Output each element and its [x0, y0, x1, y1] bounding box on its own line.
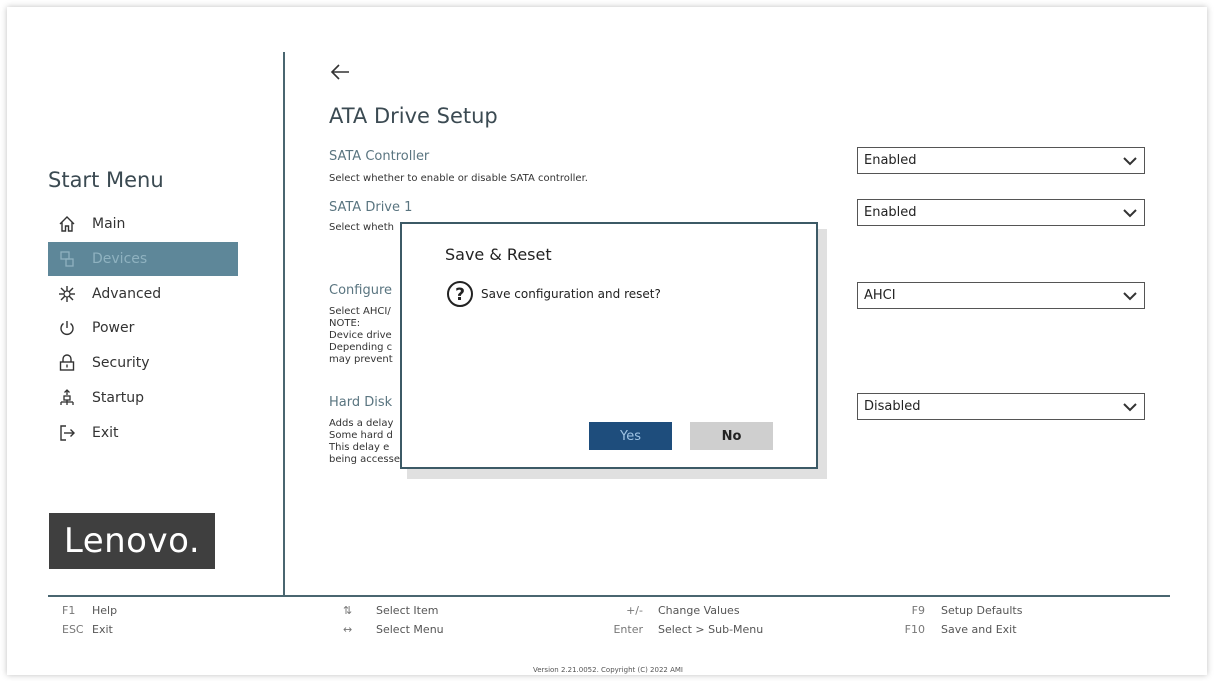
- sata-drive-1-select[interactable]: Enabled: [857, 199, 1145, 226]
- setting-desc-configure-2: NOTE:: [329, 318, 361, 329]
- start-menu-title: Start Menu: [48, 168, 164, 192]
- startup-icon: [52, 389, 82, 407]
- sidebar-item-exit[interactable]: Exit: [48, 416, 238, 450]
- footer-key-sub-menu: Enter Select > Sub-Menu: [613, 623, 764, 636]
- sidebar-item-advanced[interactable]: Advanced: [48, 277, 238, 311]
- setting-desc-configure-1: Select AHCI/: [329, 306, 391, 317]
- setting-desc-configure-3: Device drive: [329, 330, 392, 341]
- page-title: ATA Drive Setup: [329, 104, 498, 128]
- setting-name-configure: Configure: [329, 283, 393, 298]
- footer-key-save-exit: F10 Save and Exit: [904, 623, 1017, 636]
- power-icon: [52, 319, 82, 337]
- chevron-down-icon: [1123, 291, 1137, 300]
- devices-icon: [52, 250, 82, 268]
- footer-key-help: F1 Help: [62, 604, 118, 617]
- footer-key-select-menu: ↔ Select Menu: [343, 623, 444, 636]
- back-arrow-icon[interactable]: [328, 60, 352, 84]
- sidebar-item-power[interactable]: Power: [48, 311, 238, 345]
- setting-desc-hard-disk-1: Adds a delay: [329, 418, 394, 429]
- exit-icon: [52, 424, 82, 442]
- sata-controller-select[interactable]: Enabled: [857, 147, 1145, 174]
- version-text: Version 2.21.0052. Copyright (C) 2022 AM…: [533, 666, 683, 674]
- hard-disk-select[interactable]: Disabled: [857, 393, 1145, 420]
- sidebar-item-label: Exit: [92, 425, 119, 441]
- setting-name-hard-disk: Hard Disk: [329, 395, 393, 410]
- setting-desc-hard-disk-2: Some hard d: [329, 430, 393, 441]
- footer-key-setup-defaults: F9 Setup Defaults: [911, 604, 1023, 617]
- yes-button[interactable]: Yes: [589, 422, 672, 450]
- question-icon: ?: [446, 280, 474, 308]
- no-button[interactable]: No: [690, 422, 773, 450]
- setting-name-sata-controller: SATA Controller: [329, 149, 430, 164]
- sidebar-item-startup[interactable]: Startup: [48, 381, 238, 415]
- chevron-down-icon: [1123, 402, 1137, 411]
- footer-key-select-item: ⇅ Select Item: [343, 604, 439, 617]
- footer-key-exit: ESC Exit: [62, 623, 113, 636]
- horizontal-divider: [48, 595, 1170, 597]
- sidebar-item-label: Main: [92, 216, 126, 232]
- sidebar-item-label: Devices: [92, 251, 148, 267]
- select-value: Enabled: [864, 205, 917, 220]
- home-icon: [52, 215, 82, 233]
- footer-key-change-values: +/- Change Values: [626, 604, 740, 617]
- select-value: Disabled: [864, 399, 921, 414]
- sidebar-item-main[interactable]: Main: [48, 207, 238, 241]
- svg-text:?: ?: [455, 285, 465, 305]
- setting-desc-configure-5: may prevent: [329, 354, 393, 365]
- setting-desc-hard-disk-4: being accesse: [329, 454, 400, 465]
- select-value: AHCI: [864, 288, 896, 303]
- sidebar-item-label: Advanced: [92, 286, 162, 302]
- setting-desc-configure-4: Depending c: [329, 342, 393, 353]
- setting-desc-sata-controller: Select whether to enable or disable SATA…: [329, 173, 588, 184]
- setting-desc-sata-drive-1: Select wheth: [329, 222, 394, 233]
- dialog-message: Save configuration and reset?: [481, 287, 661, 301]
- advanced-icon: [52, 285, 82, 303]
- sidebar-item-label: Power: [92, 320, 135, 336]
- dialog-title: Save & Reset: [445, 245, 552, 264]
- setting-name-sata-drive-1: SATA Drive 1: [329, 200, 413, 215]
- lock-icon: [52, 354, 82, 372]
- sidebar-item-devices[interactable]: Devices: [48, 242, 238, 276]
- sidebar-item-security[interactable]: Security: [48, 346, 238, 380]
- sidebar-item-label: Security: [92, 355, 150, 371]
- lenovo-logo: Lenovo.: [49, 513, 215, 569]
- select-value: Enabled: [864, 153, 917, 168]
- vertical-divider: [283, 52, 285, 595]
- configure-select[interactable]: AHCI: [857, 282, 1145, 309]
- sidebar-item-label: Startup: [92, 390, 144, 406]
- chevron-down-icon: [1123, 208, 1137, 217]
- chevron-down-icon: [1123, 156, 1137, 165]
- setting-desc-hard-disk-3: This delay e: [329, 442, 390, 453]
